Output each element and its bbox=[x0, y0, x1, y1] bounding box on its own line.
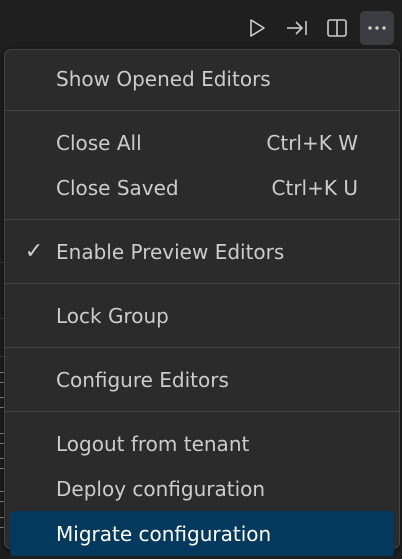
checkmark-icon: ✓ bbox=[24, 239, 44, 264]
menu-item-migrate-configuration[interactable]: Migrate configuration bbox=[10, 511, 394, 556]
more-actions-icon bbox=[368, 26, 386, 30]
menu-separator bbox=[5, 347, 399, 348]
menu-item-label: Enable Preview Editors bbox=[56, 239, 285, 264]
step-button[interactable] bbox=[280, 11, 314, 45]
editor-actions-context-menu: Show Opened Editors Close All Ctrl+K W C… bbox=[4, 49, 400, 556]
menu-item-show-opened-editors[interactable]: Show Opened Editors bbox=[10, 56, 394, 101]
menu-item-label: Close Saved bbox=[56, 175, 179, 200]
menu-separator bbox=[5, 283, 399, 284]
editor-title-toolbar bbox=[240, 8, 394, 48]
keybinding-label: Ctrl+K U bbox=[271, 175, 358, 200]
menu-item-close-saved[interactable]: Close Saved Ctrl+K U bbox=[10, 165, 394, 210]
menu-item-label: Lock Group bbox=[56, 303, 169, 328]
menu-item-label: Configure Editors bbox=[56, 367, 229, 392]
step-into-icon bbox=[287, 21, 307, 35]
more-actions-button[interactable] bbox=[360, 11, 394, 45]
split-editor-button[interactable] bbox=[320, 11, 354, 45]
run-button[interactable] bbox=[240, 11, 274, 45]
menu-item-deploy-configuration[interactable]: Deploy configuration bbox=[10, 466, 394, 511]
menu-item-label: Show Opened Editors bbox=[56, 66, 271, 91]
menu-item-label: Logout from tenant bbox=[56, 431, 250, 456]
menu-separator bbox=[5, 219, 399, 220]
split-editor-icon bbox=[327, 19, 347, 37]
menu-item-configure-editors[interactable]: Configure Editors bbox=[10, 357, 394, 402]
menu-item-lock-group[interactable]: Lock Group bbox=[10, 293, 394, 338]
menu-item-label: Deploy configuration bbox=[56, 476, 266, 501]
keybinding-label: Ctrl+K W bbox=[266, 130, 358, 155]
menu-item-label: Migrate configuration bbox=[56, 521, 272, 546]
run-icon bbox=[250, 19, 265, 37]
menu-item-close-all[interactable]: Close All Ctrl+K W bbox=[10, 120, 394, 165]
menu-item-label: Close All bbox=[56, 130, 142, 155]
menu-separator bbox=[5, 411, 399, 412]
menu-separator bbox=[5, 110, 399, 111]
menu-item-enable-preview-editors[interactable]: ✓ Enable Preview Editors bbox=[10, 229, 394, 274]
menu-item-logout-from-tenant[interactable]: Logout from tenant bbox=[10, 421, 394, 466]
